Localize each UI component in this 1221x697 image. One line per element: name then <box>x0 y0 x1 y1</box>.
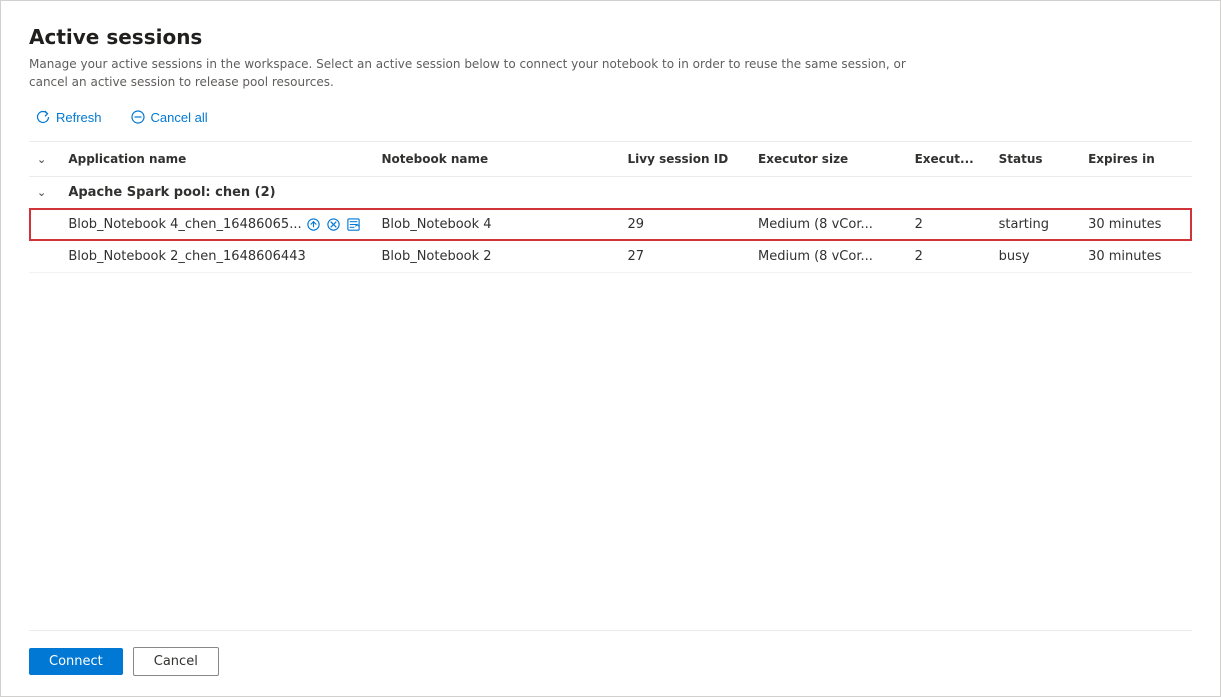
refresh-icon <box>35 109 51 125</box>
col-header-appname[interactable]: Application name <box>60 142 373 177</box>
header-chevron-icon: ⌄ <box>37 153 46 166</box>
row1-livy-cell: 29 <box>620 208 750 241</box>
row1-notebook-cell: Blob_Notebook 4 <box>373 208 619 241</box>
group-row-spark[interactable]: ⌄ Apache Spark pool: chen (2) <box>29 177 1192 209</box>
sessions-table-container: ⌄ Application name Notebook name Livy se… <box>29 142 1192 630</box>
col-header-chevron[interactable]: ⌄ <box>29 142 60 177</box>
row1-connect-icon[interactable] <box>306 216 322 232</box>
refresh-button[interactable]: Refresh <box>29 105 108 129</box>
group-label-cell: Apache Spark pool: chen (2) <box>60 177 1192 209</box>
cancel-all-icon <box>130 109 146 125</box>
group-chevron-icon: ⌄ <box>37 186 46 199</box>
row1-appname-cell: Blob_Notebook 4_chen_16486065... <box>60 208 373 241</box>
row1-logs-icon[interactable] <box>346 216 362 232</box>
cancel-all-button[interactable]: Cancel all <box>124 105 214 129</box>
row1-cancel-icon[interactable] <box>326 216 342 232</box>
table-row[interactable]: Blob_Notebook 2_chen_1648606443 Blob_Not… <box>29 241 1192 273</box>
col-header-livy[interactable]: Livy session ID <box>620 142 750 177</box>
col-header-execcount[interactable]: Execut... <box>907 142 991 177</box>
table-row[interactable]: Blob_Notebook 4_chen_16486065... <box>29 208 1192 241</box>
col-header-executor[interactable]: Executor size <box>750 142 907 177</box>
connect-button[interactable]: Connect <box>29 648 123 675</box>
row2-chevron-cell <box>29 241 60 273</box>
group-chevron-cell[interactable]: ⌄ <box>29 177 60 209</box>
row2-execcount-cell: 2 <box>907 241 991 273</box>
row2-expires-cell: 30 minutes <box>1080 241 1192 273</box>
toolbar: Refresh Cancel all <box>29 105 1192 142</box>
col-header-expires[interactable]: Expires in <box>1080 142 1192 177</box>
row1-chevron-cell <box>29 208 60 241</box>
row2-appname-cell: Blob_Notebook 2_chen_1648606443 <box>60 241 373 273</box>
row1-executor-cell: Medium (8 vCor... <box>750 208 907 241</box>
row1-execcount-cell: 2 <box>907 208 991 241</box>
col-header-status[interactable]: Status <box>991 142 1080 177</box>
dialog-subtitle: Manage your active sessions in the works… <box>29 55 929 91</box>
dialog-footer: Connect Cancel <box>29 630 1192 696</box>
row2-status-cell: busy <box>991 241 1080 273</box>
cancel-button[interactable]: Cancel <box>133 647 219 676</box>
dialog-title: Active sessions <box>29 25 1192 49</box>
row1-status-cell: starting <box>991 208 1080 241</box>
row1-action-icons <box>306 216 362 232</box>
row2-executor-cell: Medium (8 vCor... <box>750 241 907 273</box>
row1-expires-cell: 30 minutes <box>1080 208 1192 241</box>
row2-notebook-cell: Blob_Notebook 2 <box>373 241 619 273</box>
active-sessions-dialog: Active sessions Manage your active sessi… <box>1 1 1220 696</box>
table-header-row: ⌄ Application name Notebook name Livy se… <box>29 142 1192 177</box>
sessions-table: ⌄ Application name Notebook name Livy se… <box>29 142 1192 273</box>
row2-livy-cell: 27 <box>620 241 750 273</box>
col-header-notebook[interactable]: Notebook name <box>373 142 619 177</box>
